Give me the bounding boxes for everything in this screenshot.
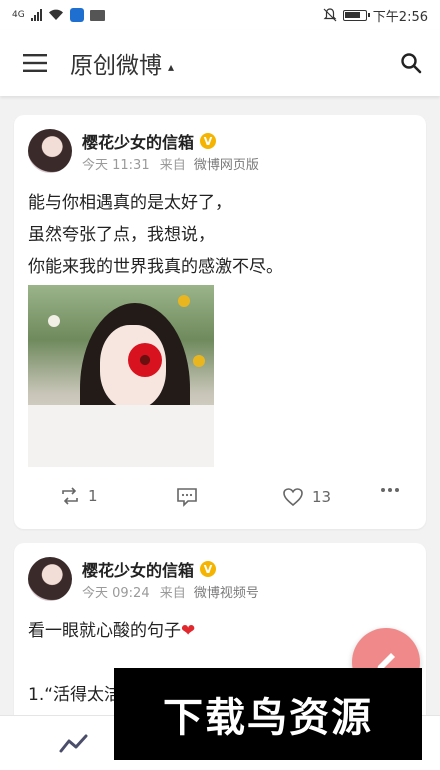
- like-button[interactable]: 13: [282, 487, 331, 507]
- mute-bell-icon: [323, 8, 337, 22]
- verified-badge-icon: V: [200, 133, 217, 149]
- post-text-line: 能与你相遇真的是太好了，: [28, 193, 232, 213]
- red-flower-icon: [128, 343, 162, 377]
- search-icon[interactable]: [396, 48, 426, 78]
- page-title-dropdown[interactable]: 原创微博 ▴: [70, 46, 174, 80]
- post-username[interactable]: 樱花少女的信箱 V: [82, 557, 217, 581]
- status-right: 下午2:56: [323, 6, 428, 25]
- more-options-icon[interactable]: [380, 487, 400, 493]
- post-meta: 今天 09:24 来自 微博视频号: [82, 582, 259, 601]
- post-username[interactable]: 樱花少女的信箱 V: [82, 129, 217, 153]
- source-prefix: 来自: [159, 586, 186, 601]
- post-text-line: 看一眼就心酸的句子❤: [28, 615, 195, 647]
- status-time: 下午2:56: [372, 9, 428, 25]
- app-bar: 原创微博 ▴: [0, 30, 440, 96]
- watermark-text: 下载鸟资源: [163, 695, 373, 741]
- avatar[interactable]: [28, 129, 72, 173]
- wifi-icon: [48, 9, 63, 20]
- post-text-line: 虽然夸张了点，我想说，: [28, 225, 215, 245]
- post-image[interactable]: [28, 285, 214, 467]
- comment-button[interactable]: [176, 487, 206, 507]
- post-text-span: 看一眼就心酸的句子: [28, 621, 181, 641]
- post-meta: 今天 11:31 来自 微博网页版: [82, 154, 259, 173]
- post-time: 今天 09:24: [82, 586, 150, 601]
- trend-chart-icon[interactable]: [58, 732, 90, 756]
- repost-count: 1: [88, 487, 98, 505]
- watermark: 下载鸟资源: [114, 668, 422, 760]
- hamburger-menu-icon[interactable]: [0, 30, 70, 96]
- signal-type: 4G: [12, 10, 25, 20]
- page-title: 原创微博: [70, 53, 162, 79]
- chevron-up-icon: ▴: [168, 60, 175, 74]
- username-text: 樱花少女的信箱: [82, 133, 195, 152]
- username-text: 樱花少女的信箱: [82, 561, 195, 580]
- mail-icon: [89, 9, 105, 21]
- status-left: 4G: [12, 8, 105, 22]
- post-actions: 1 13: [14, 483, 426, 513]
- source-prefix: 来自: [159, 158, 186, 173]
- post-card[interactable]: 樱花少女的信箱 V 今天 11:31 来自 微博网页版 能与你相遇真的是太好了，…: [14, 115, 426, 529]
- post-time: 今天 11:31: [82, 158, 150, 173]
- battery-icon: [342, 9, 370, 21]
- post-text: 能与你相遇真的是太好了， 虽然夸张了点，我想说， 你能来我的世界我真的感激不尽。: [28, 187, 283, 283]
- heart-emoji-icon: ❤: [181, 621, 196, 641]
- signal-icon: [30, 9, 42, 21]
- app-notification-icon: [69, 8, 84, 22]
- like-count: 13: [312, 488, 332, 506]
- avatar[interactable]: [28, 557, 72, 601]
- repost-button[interactable]: 1: [60, 487, 98, 505]
- post-source: 微博网页版: [193, 158, 259, 173]
- verified-badge-icon: V: [200, 561, 217, 577]
- post-text-line: 你能来我的世界我真的感激不尽。: [28, 257, 283, 277]
- status-bar: 4G 下午2:56: [0, 0, 440, 30]
- post-source: 微博视频号: [193, 586, 259, 601]
